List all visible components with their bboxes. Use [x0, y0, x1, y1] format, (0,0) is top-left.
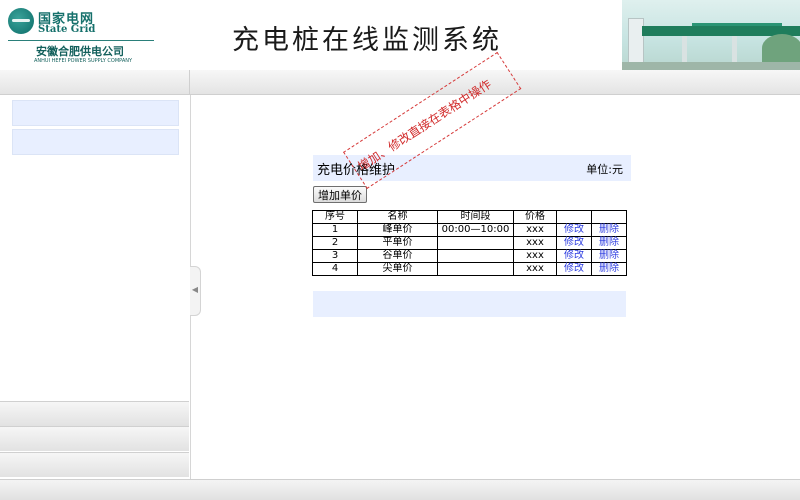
header-edit	[556, 210, 592, 224]
delete-link[interactable]: 删除	[591, 223, 627, 237]
row-name[interactable]: 谷单价	[357, 249, 438, 263]
table-row: 1 峰单价 00:00—10:00 xxx 修改 删除	[312, 223, 627, 237]
row-name[interactable]: 平单价	[357, 236, 438, 250]
logo-divider	[8, 40, 154, 41]
row-price[interactable]: xxx	[513, 249, 557, 263]
row-price[interactable]: xxx	[513, 236, 557, 250]
chevron-left-icon: ◀	[191, 285, 199, 294]
table-row: 4 尖单价 xxx 修改 删除	[312, 262, 627, 276]
header-delete	[591, 210, 627, 224]
row-name[interactable]: 尖单价	[357, 262, 438, 276]
canopy-pillar	[682, 36, 687, 64]
edit-link[interactable]: 修改	[556, 249, 592, 263]
row-price[interactable]: xxx	[513, 223, 557, 237]
app-title: 充电桩在线监测系统	[232, 25, 502, 56]
row-period[interactable]: 00:00—10:00	[437, 223, 514, 237]
row-name[interactable]: 峰单价	[357, 223, 438, 237]
edit-link[interactable]: 修改	[556, 262, 592, 276]
logo-en-text: State Grid	[38, 24, 96, 35]
price-table: 序号 名称 时间段 价格 1 峰单价 00:00—10:00 xxx 修改 删除…	[312, 210, 627, 276]
table-row: 2 平单价 xxx 修改 删除	[312, 236, 627, 250]
table-header-row: 序号 名称 时间段 价格	[312, 210, 627, 224]
state-grid-emblem-icon	[8, 8, 34, 34]
row-no: 4	[312, 262, 358, 276]
row-period[interactable]	[437, 249, 514, 263]
delete-link[interactable]: 删除	[591, 236, 627, 250]
left-sidebar	[0, 95, 191, 479]
row-no: 2	[312, 236, 358, 250]
ground	[622, 62, 800, 70]
header-no: 序号	[312, 210, 358, 224]
logo-company-text: 安徽合肥供电公司	[36, 45, 124, 58]
header-name: 名称	[357, 210, 438, 224]
bottom-status-bar	[0, 479, 800, 500]
sidebar-section-bar[interactable]	[0, 452, 189, 477]
delete-link[interactable]: 删除	[591, 262, 627, 276]
row-period[interactable]	[437, 236, 514, 250]
sidebar-menu-item[interactable]	[12, 100, 179, 126]
table-row: 3 谷单价 xxx 修改 删除	[312, 249, 627, 263]
charging-station-photo	[622, 0, 800, 70]
edit-link[interactable]: 修改	[556, 236, 592, 250]
panel-footer	[313, 291, 626, 317]
top-nav-bar	[0, 70, 800, 95]
row-no: 3	[312, 249, 358, 263]
row-no: 1	[312, 223, 358, 237]
logo-company-en-text: ANHUI HEFEI POWER SUPPLY COMPANY	[34, 58, 133, 64]
add-price-button[interactable]: 增加单价	[313, 186, 367, 203]
sidebar-collapse-toggle[interactable]: ◀	[190, 266, 201, 316]
trees	[762, 34, 800, 62]
app-header: 国家电网 State Grid 安徽合肥供电公司 ANHUI HEFEI POW…	[0, 0, 800, 70]
unit-label: 单位:元	[586, 163, 623, 176]
state-grid-logo: 国家电网 State Grid 安徽合肥供电公司 ANHUI HEFEI POW…	[6, 6, 166, 64]
row-price[interactable]: xxx	[513, 262, 557, 276]
header-period: 时间段	[437, 210, 514, 224]
canopy-pillar	[732, 36, 737, 64]
sidebar-menu-item[interactable]	[12, 129, 179, 155]
delete-link[interactable]: 删除	[591, 249, 627, 263]
nav-divider	[189, 70, 190, 94]
row-period[interactable]	[437, 262, 514, 276]
sidebar-section-bar[interactable]	[0, 426, 189, 451]
edit-link[interactable]: 修改	[556, 223, 592, 237]
header-price: 价格	[513, 210, 557, 224]
sidebar-section-bar[interactable]	[0, 401, 189, 426]
